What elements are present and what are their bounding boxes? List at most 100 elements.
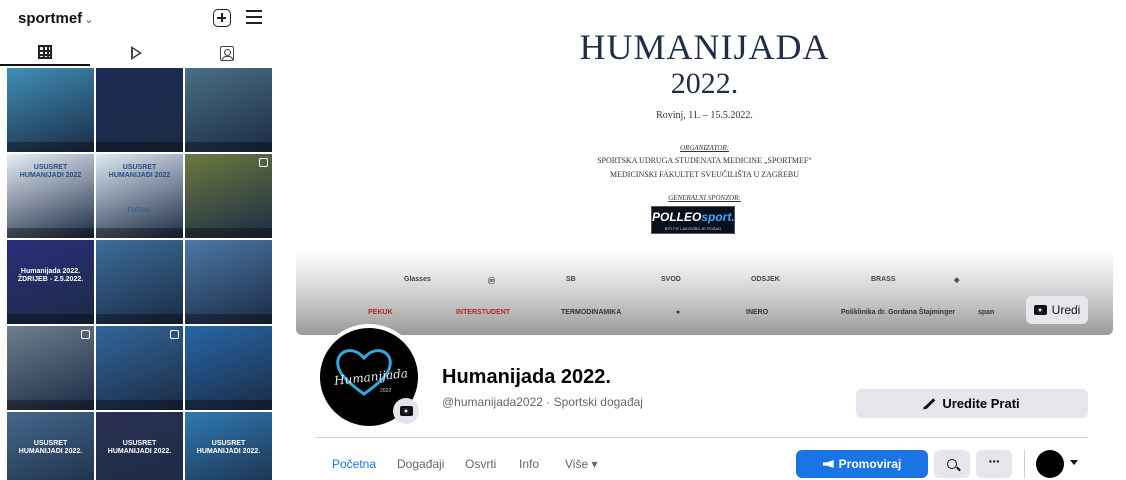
partner-logo: ODSJEK (751, 276, 780, 283)
promote-label: Promoviraj (838, 457, 902, 471)
username: sportmef (18, 10, 83, 27)
add-post-icon[interactable] (213, 9, 231, 27)
partner-logo: ◈ (954, 277, 960, 284)
tab-pocetna[interactable]: Početna (332, 457, 376, 471)
separator (1024, 450, 1025, 478)
post-footer-bar (7, 314, 94, 324)
partner-logo: SB (566, 276, 576, 283)
tab-reels[interactable] (91, 40, 181, 66)
username-switcher[interactable]: sportmef ⌄ (18, 10, 93, 27)
tab-tagged[interactable] (182, 40, 272, 66)
post-tile[interactable]: USUSRET HUMANIJADI 2022 FUTSAL (96, 154, 183, 238)
grid-icon (38, 45, 52, 59)
carousel-icon (259, 158, 268, 167)
partner-logo: ● (676, 309, 681, 316)
edit-cover-label: Uredi (1051, 303, 1081, 317)
sponsor-logo: POLLEOsport. BITI FIT LAKOVSKI JE POSAO (651, 206, 735, 234)
post-footer-bar (7, 400, 94, 410)
carousel-icon (170, 330, 179, 339)
post-tile[interactable]: USUSRET HUMANIJADI 2022 (7, 154, 94, 238)
organizer-line-2: MEDICINSKI FAKULTET SVEUČILIŠTA U ZAGREB… (610, 170, 799, 179)
organizer-label: ORGANIZATOR: (680, 144, 729, 152)
post-footer-bar (7, 142, 94, 152)
post-tile[interactable] (7, 326, 94, 410)
partner-logo: TERMODINAMIKA (561, 309, 622, 316)
post-tile[interactable] (185, 154, 272, 238)
edit-cover-button[interactable]: Uredi (1026, 296, 1088, 324)
post-footer-bar (96, 142, 183, 152)
post-footer-bar (185, 400, 272, 410)
tab-osvrti[interactable]: Osvrti (465, 457, 496, 471)
tab-dogadaji[interactable]: Događaji (397, 457, 444, 471)
partner-logo: SVOD (661, 276, 681, 283)
post-caption: Humanijada 2022. ŽDRIJEB - 2.5.2022. (17, 268, 84, 284)
post-tile[interactable]: USUSRET HUMANIJADI 2022. (7, 412, 94, 480)
search-icon (947, 459, 957, 469)
cover-year: 2022. (670, 67, 739, 100)
megaphone-icon (822, 460, 834, 468)
partner-logo: INTERSTUDENT (456, 309, 511, 316)
post-tile[interactable]: USUSRET HUMANIJADI 2022. (96, 412, 183, 480)
post-footer-bar (96, 314, 183, 324)
hamburger-menu-icon[interactable] (246, 10, 262, 24)
post-caption: USUSRET HUMANIJADI 2022. (107, 440, 172, 456)
post-tile[interactable] (96, 240, 183, 324)
post-tile[interactable] (7, 68, 94, 152)
sponsor-logo-b: sport. (701, 210, 735, 224)
avatar-year: 2022 (380, 388, 392, 394)
tab-vise[interactable]: Više ▾ (565, 457, 597, 471)
more-options-button[interactable]: ··· (976, 450, 1012, 478)
organizer-line-1: SPORTSKA UDRUGA STUDENATA MEDICINE „SPOR… (597, 156, 812, 165)
post-tile[interactable] (96, 326, 183, 410)
post-tile[interactable] (185, 326, 272, 410)
post-tile[interactable] (185, 240, 272, 324)
pencil-icon (925, 398, 936, 409)
instagram-panel: sportmef ⌄ USUSRET HUMANIJADI 2022 USUSRET… (0, 0, 272, 480)
partner-logo: INERO (746, 309, 769, 316)
change-avatar-button[interactable] (393, 398, 419, 424)
post-footer-bar (185, 142, 272, 152)
page-subtitle: @humanijada2022 · Sportski događaj (442, 395, 643, 409)
post-tile[interactable] (96, 68, 183, 152)
account-avatar[interactable] (1036, 450, 1064, 478)
divider (316, 437, 1088, 438)
post-footer-bar (96, 400, 183, 410)
profile-tabs (0, 40, 272, 66)
partner-logo: Poliklinika dr. Gordana Štajminger (841, 309, 955, 316)
partner-logo: span (978, 309, 995, 316)
post-tile[interactable]: USUSRET HUMANIJADI 2022. (185, 412, 272, 480)
post-footer-bar (96, 228, 183, 238)
search-button[interactable] (934, 450, 970, 478)
post-grid: USUSRET HUMANIJADI 2022 USUSRET HUMANIJAD… (7, 68, 272, 480)
camera-icon (1033, 305, 1047, 315)
chevron-down-icon: ⌄ (84, 14, 94, 26)
edit-follow-label: Uredite Prati (942, 396, 1020, 411)
camera-icon (399, 406, 413, 416)
tab-info[interactable]: Info (519, 457, 539, 471)
cover-place-date: Rovinj, 11. – 15.5.2022. (656, 110, 753, 121)
play-icon (130, 46, 142, 60)
instagram-header: sportmef ⌄ (0, 0, 272, 38)
sponsor-tagline: BITI FIT LAKOVSKI JE POSAO (664, 226, 722, 231)
post-tile[interactable]: Humanijada 2022. ŽDRIJEB - 2.5.2022. (7, 240, 94, 324)
more-dots-icon: ··· (988, 453, 1001, 469)
post-footer-bar (185, 314, 272, 324)
partner-logo: Glasses (404, 276, 431, 283)
post-caption: USUSRET HUMANIJADI 2022. (18, 440, 83, 456)
page-title: Humanijada 2022. (442, 366, 611, 388)
screenshot-root: sportmef ⌄ USUSRET HUMANIJADI 2022 USUSRET… (0, 0, 1126, 480)
promote-button[interactable]: Promoviraj (796, 450, 928, 478)
tab-posts[interactable] (0, 40, 90, 66)
post-subcaption: FUTSAL (127, 208, 151, 214)
carousel-icon (81, 330, 90, 339)
post-footer-bar (7, 228, 94, 238)
caret-down-icon[interactable] (1070, 460, 1078, 465)
post-footer-bar (185, 228, 272, 238)
post-caption: USUSRET HUMANIJADI 2022 (19, 164, 82, 180)
edit-follow-button[interactable]: Uredite Prati (856, 389, 1088, 418)
post-caption: USUSRET HUMANIJADI 2022. (196, 440, 261, 456)
sponsor-label: GENERALNI SPONZOR: (668, 194, 741, 202)
partner-logo: PEKUK (368, 309, 393, 316)
partner-logo: BRASS (871, 276, 896, 283)
post-tile[interactable] (185, 68, 272, 152)
